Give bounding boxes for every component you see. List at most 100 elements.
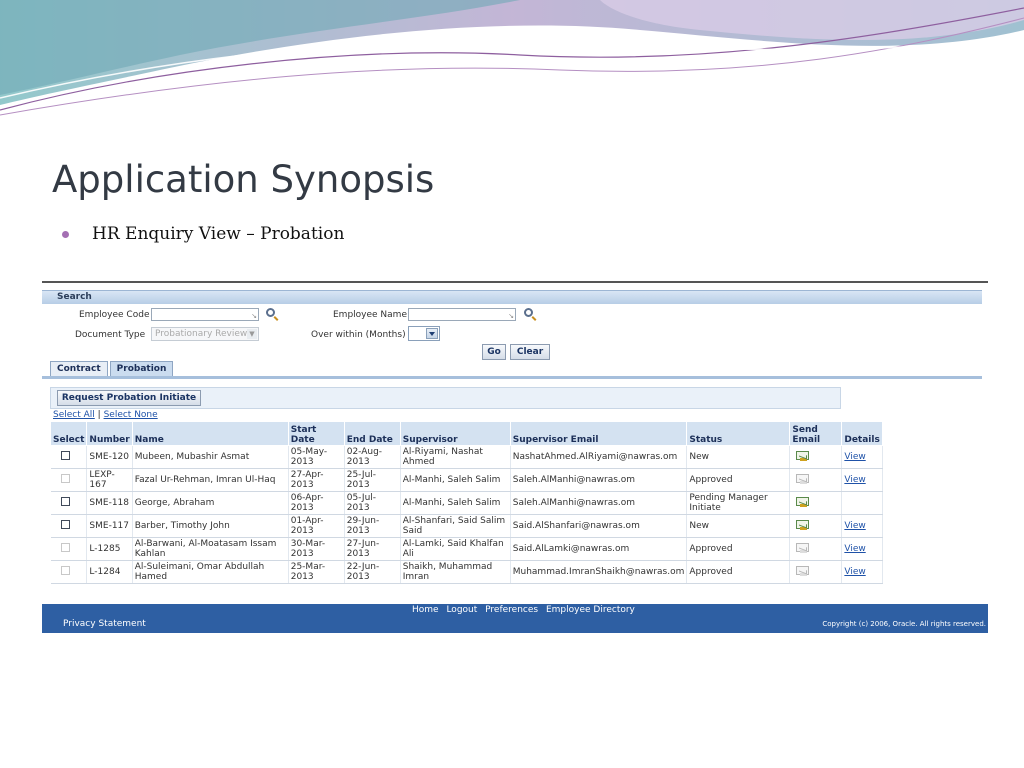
employee-code-search-icon[interactable]: [266, 308, 275, 317]
cell-number: SME-120: [86, 445, 133, 469]
cell-end-date: 29-Jun-2013: [344, 514, 401, 538]
col-select: Select: [49, 421, 88, 446]
cell-start-date: 27-Apr-2013: [288, 468, 345, 492]
cell-name: Al-Suleimani, Omar Abdullah Hamed: [132, 560, 289, 584]
cell-supervisor: Al-Manhi, Saleh Salim: [400, 468, 511, 492]
cell-supervisor: Shaikh, Muhammad Imran: [400, 560, 511, 584]
chevron-down-icon: ▼: [247, 329, 257, 339]
chevron-down-icon[interactable]: [426, 328, 438, 339]
action-panel: Request Probation Initiate: [50, 387, 841, 409]
cell-details: [841, 491, 883, 515]
view-link[interactable]: View: [844, 521, 865, 531]
clear-button[interactable]: Clear: [510, 344, 550, 360]
cell-status: New: [686, 445, 791, 469]
resize-grip-icon: ↘: [251, 312, 257, 320]
oracle-app-screenshot: Search Employee Code ↘ Employee Name ↘ D…: [42, 281, 988, 633]
footer-preferences-link[interactable]: Preferences: [485, 605, 538, 615]
bullet-item: HR Enquiry View – Probation: [62, 224, 344, 244]
cell-end-date: 27-Jun-2013: [344, 537, 401, 561]
cell-supervisor-email: Saleh.AlManhi@nawras.om: [510, 468, 688, 492]
slide-title: Application Synopsis: [52, 158, 435, 201]
send-email-icon[interactable]: [796, 497, 810, 507]
employee-code-label: Employee Code: [79, 310, 150, 320]
privacy-statement-link[interactable]: Privacy Statement: [63, 619, 146, 629]
table-row: SME-120 Mubeen, Mubashir Asmat 05-May-20…: [50, 445, 883, 469]
send-email-icon[interactable]: [796, 520, 810, 530]
col-end-date: End Date: [343, 421, 401, 446]
footer-home-link[interactable]: Home: [412, 605, 439, 615]
copyright-text: Copyright (c) 2006, Oracle. All rights r…: [822, 620, 986, 628]
cell-supervisor-email: Said.AlShanfari@nawras.om: [510, 514, 688, 538]
col-name: Name: [131, 421, 289, 446]
bullet-dot-icon: [62, 231, 69, 238]
select-all-link[interactable]: Select All: [53, 410, 95, 420]
col-supervisor: Supervisor: [399, 421, 511, 446]
employee-name-input[interactable]: ↘: [408, 308, 516, 321]
table-row: L-1285 Al-Barwani, Al-Moatasam Issam Kah…: [50, 537, 883, 561]
footer-bar: Home Logout Preferences Employee Directo…: [42, 604, 988, 633]
over-within-label: Over within (Months): [311, 330, 406, 340]
view-link[interactable]: View: [844, 567, 865, 577]
cell-number: SME-118: [86, 491, 133, 515]
request-probation-initiate-button[interactable]: Request Probation Initiate: [57, 390, 201, 406]
cell-name: George, Abraham: [132, 491, 289, 515]
table-header-row: Select Number Name Start Date End Date S…: [49, 421, 883, 446]
cell-start-date: 05-May-2013: [288, 445, 345, 469]
cell-status: Approved: [686, 468, 791, 492]
tab-underline: [42, 376, 982, 379]
send-email-disabled-icon: [796, 543, 810, 553]
col-supervisor-email: Supervisor Email: [509, 421, 688, 446]
cell-start-date: 06-Apr-2013: [288, 491, 345, 515]
employee-code-input[interactable]: ↘: [151, 308, 259, 321]
cell-start-date: 25-Mar-2013: [288, 560, 345, 584]
table-row: SME-117 Barber, Timothy John 01-Apr-2013…: [50, 514, 883, 538]
document-type-label: Document Type: [75, 330, 146, 340]
cell-status: Approved: [686, 560, 791, 584]
send-email-disabled-icon: [796, 474, 810, 484]
cell-supervisor: Al-Manhi, Saleh Salim: [400, 491, 511, 515]
go-button[interactable]: Go: [482, 344, 506, 360]
bullet-text: HR Enquiry View – Probation: [92, 224, 345, 244]
resize-grip-icon: ↘: [508, 312, 514, 320]
send-email-icon[interactable]: [796, 451, 810, 461]
send-email-disabled-icon: [796, 566, 810, 576]
cell-start-date: 30-Mar-2013: [288, 537, 345, 561]
footer-employee-directory-link[interactable]: Employee Directory: [546, 605, 635, 615]
cell-number: SME-117: [86, 514, 133, 538]
tab-contract[interactable]: Contract: [50, 361, 108, 377]
row-select-checkbox[interactable]: [60, 451, 70, 460]
view-link[interactable]: View: [844, 544, 865, 554]
cell-end-date: 02-Aug-2013: [344, 445, 401, 469]
tab-bar: Contract Probation: [50, 361, 175, 377]
col-send-email: Send Email: [789, 421, 843, 446]
select-none-link[interactable]: Select None: [104, 410, 158, 420]
cell-status: New: [686, 514, 791, 538]
selection-links: Select All | Select None: [53, 410, 158, 420]
document-type-select: Probationary Review ▼: [151, 327, 259, 341]
cell-end-date: 25-Jul-2013: [344, 468, 401, 492]
col-start-date: Start Date: [287, 421, 345, 446]
over-within-select[interactable]: [408, 326, 440, 341]
employee-name-search-icon[interactable]: [524, 308, 533, 317]
decorative-wave-banner: [0, 0, 1024, 120]
cell-end-date: 22-Jun-2013: [344, 560, 401, 584]
cell-number: LEXP-167: [86, 468, 133, 492]
row-select-checkbox: [60, 566, 70, 575]
cell-status: Pending Manager Initiate: [686, 491, 791, 515]
table-row: SME-118 George, Abraham 06-Apr-2013 05-J…: [50, 491, 883, 515]
row-select-checkbox[interactable]: [60, 520, 70, 529]
table-row: LEXP-167 Fazal Ur-Rehman, Imran Ul-Haq 2…: [50, 468, 883, 492]
col-number: Number: [86, 421, 133, 446]
view-link[interactable]: View: [844, 452, 865, 462]
cell-end-date: 05-Jul-2013: [344, 491, 401, 515]
cell-name: Barber, Timothy John: [132, 514, 289, 538]
cell-supervisor: Al-Shanfari, Said Salim Said: [400, 514, 511, 538]
tab-probation[interactable]: Probation: [109, 361, 174, 377]
cell-name: Al-Barwani, Al-Moatasam Issam Kahlan: [132, 537, 289, 561]
footer-links: Home Logout Preferences Employee Directo…: [412, 605, 640, 615]
row-select-checkbox[interactable]: [60, 497, 70, 506]
view-link[interactable]: View: [844, 475, 865, 485]
footer-logout-link[interactable]: Logout: [446, 605, 477, 615]
document-type-value: Probationary Review: [155, 329, 248, 339]
col-status: Status: [686, 421, 791, 446]
